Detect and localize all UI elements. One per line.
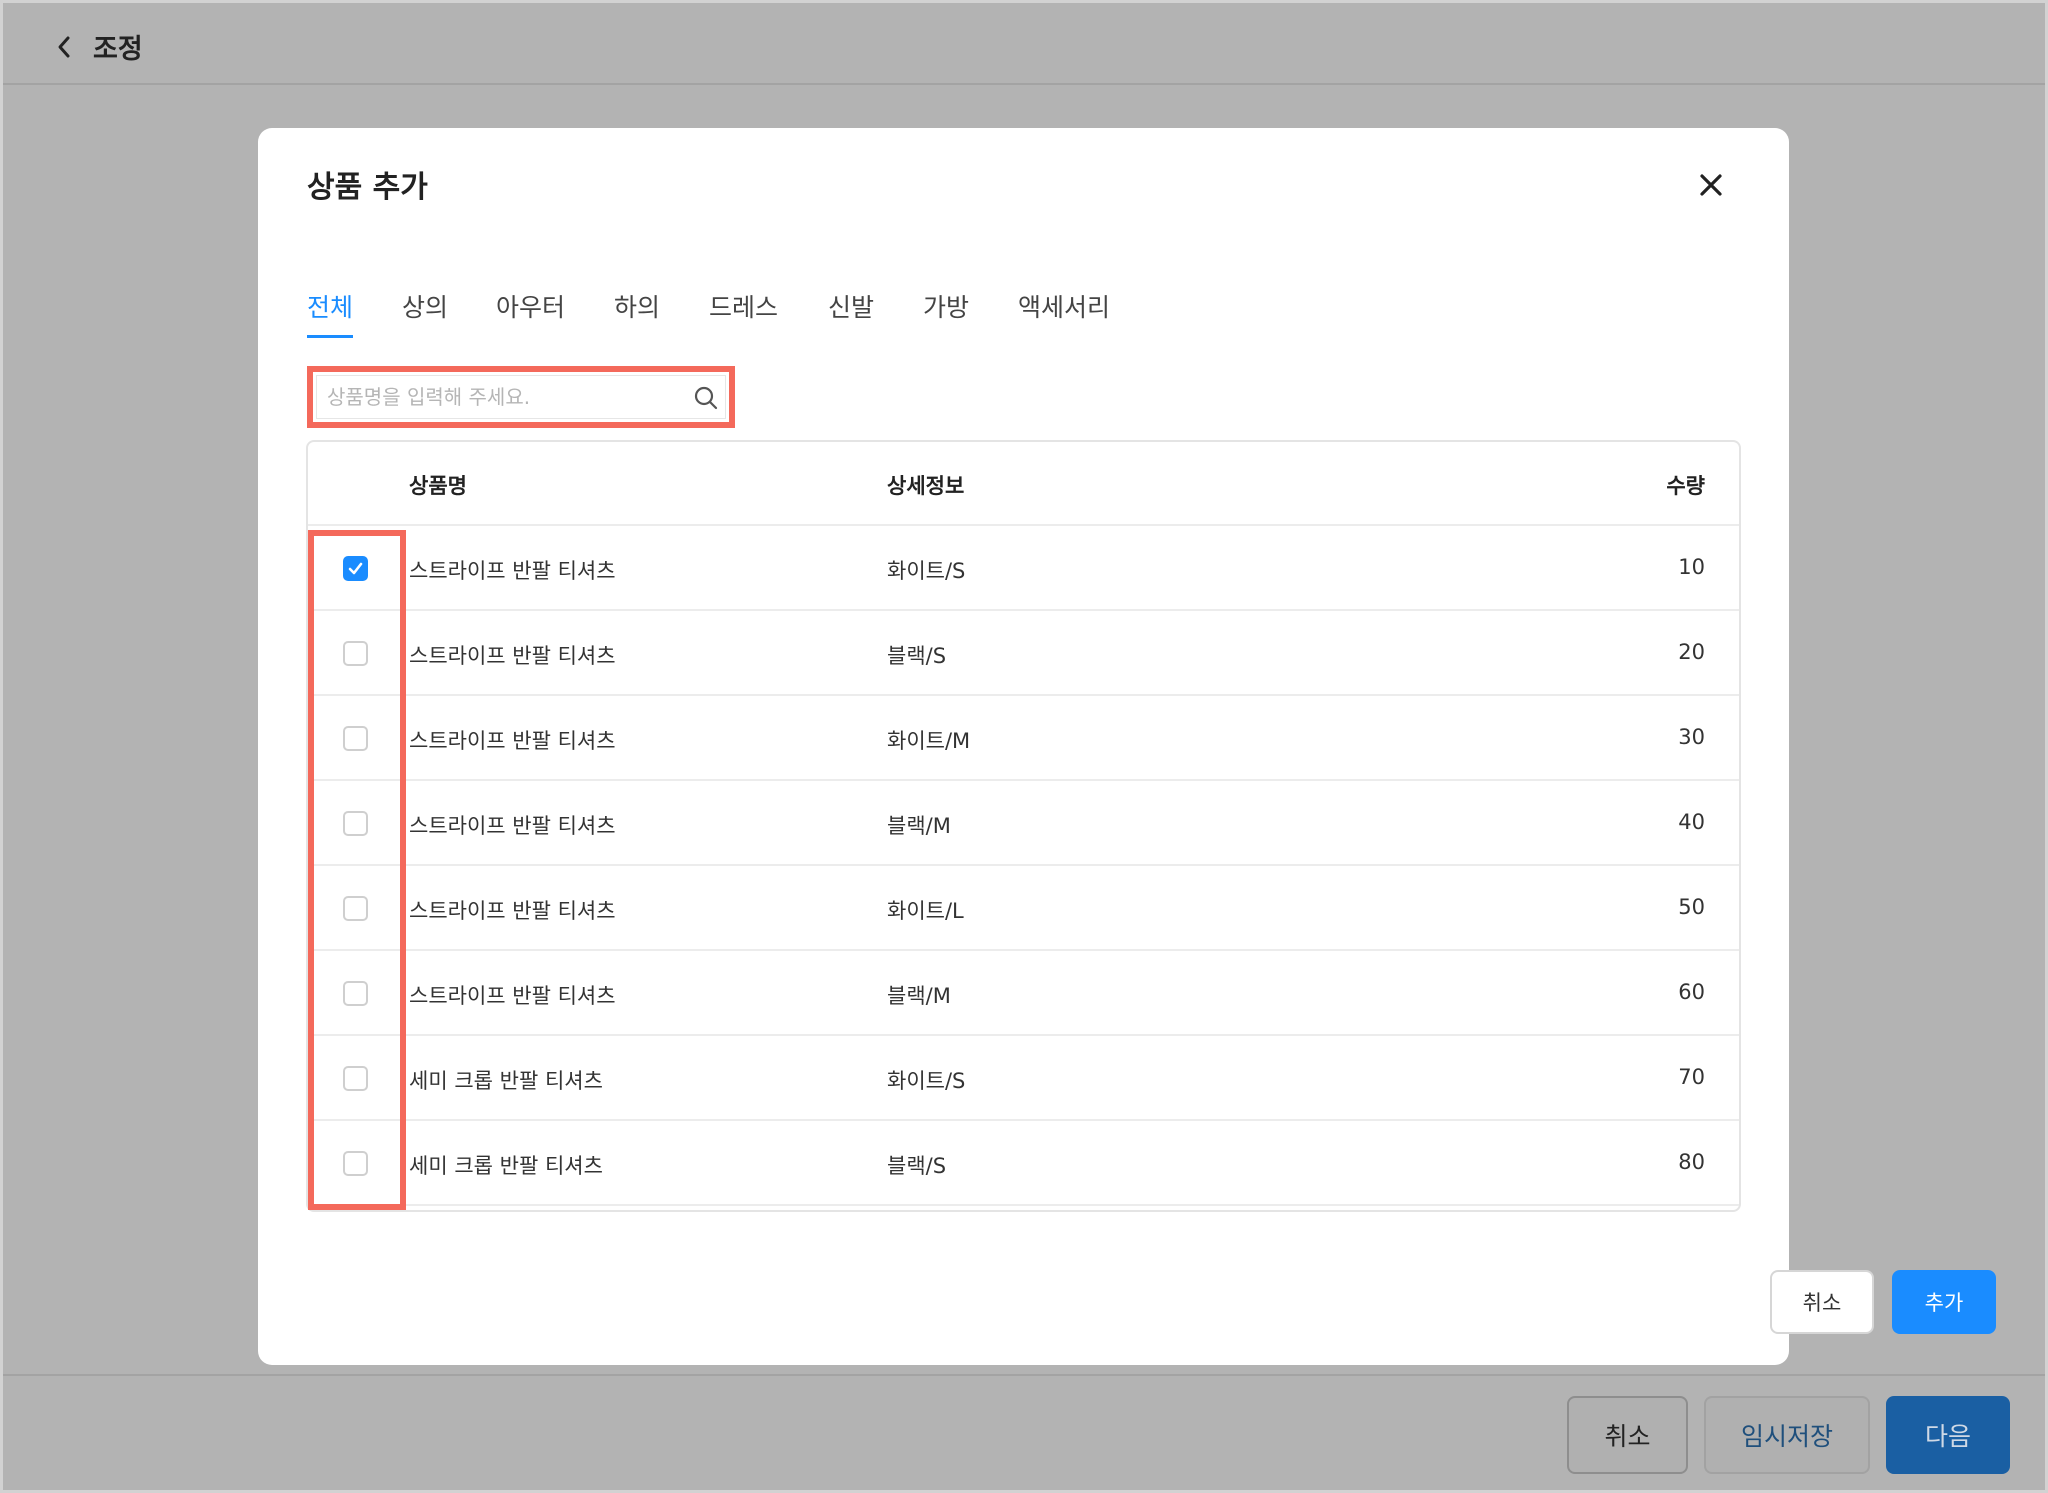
back-button[interactable] — [49, 29, 79, 65]
column-header-detail: 상세정보 — [887, 474, 965, 498]
column-header-name: 상품명 — [409, 474, 467, 498]
table-row[interactable]: 세미 크롭 반팔 티셔츠 화이트/S 70 — [308, 1036, 1739, 1121]
bottom-bar: 취소 임시저장 다음 — [3, 1374, 2045, 1490]
search-highlight — [307, 366, 735, 428]
table-row[interactable]: 스트라이프 반팔 티셔츠 화이트/L 50 — [308, 866, 1739, 951]
row-checkbox[interactable] — [343, 896, 368, 921]
row-checkbox[interactable] — [343, 556, 368, 581]
close-icon — [1700, 174, 1722, 196]
table-row[interactable]: 스트라이프 반팔 티셔츠 블랙/S 20 — [308, 611, 1739, 696]
product-qty: 80 — [1678, 1150, 1705, 1174]
table-row[interactable]: 스트라이프 반팔 티셔츠 블랙/M 60 — [308, 951, 1739, 1036]
column-header-qty: 수량 — [1666, 474, 1705, 498]
row-checkbox[interactable] — [343, 726, 368, 751]
search-input[interactable] — [316, 375, 726, 419]
tab-bags[interactable]: 가방 — [923, 288, 969, 334]
product-name: 세미 크롭 반팔 티셔츠 — [409, 1154, 603, 1178]
search-icon[interactable] — [693, 385, 719, 411]
modal-title: 상품 추가 — [307, 170, 428, 205]
tab-tops[interactable]: 상의 — [402, 288, 448, 334]
product-detail: 화이트/M — [887, 729, 971, 753]
product-detail: 블랙/S — [887, 1154, 947, 1178]
product-qty: 30 — [1678, 725, 1705, 749]
product-name: 스트라이프 반팔 티셔츠 — [409, 644, 616, 668]
temp-save-button[interactable]: 임시저장 — [1704, 1396, 1870, 1474]
product-name: 스트라이프 반팔 티셔츠 — [409, 814, 616, 838]
footer-cancel-button[interactable]: 취소 — [1567, 1396, 1688, 1474]
product-detail: 화이트/S — [887, 1069, 966, 1093]
modal-add-button[interactable]: 추가 — [1892, 1270, 1996, 1334]
table-row[interactable]: 스트라이프 반팔 티셔츠 화이트/M 30 — [308, 696, 1739, 781]
row-checkbox[interactable] — [343, 641, 368, 666]
row-checkbox[interactable] — [343, 811, 368, 836]
row-checkbox[interactable] — [343, 1151, 368, 1176]
tab-accessories[interactable]: 액세서리 — [1018, 288, 1110, 334]
product-name: 세미 크롭 반팔 티셔츠 — [409, 1069, 603, 1093]
tab-shoes[interactable]: 신발 — [828, 288, 874, 334]
product-detail: 블랙/M — [887, 984, 951, 1008]
tab-dress[interactable]: 드레스 — [709, 288, 778, 334]
product-detail: 화이트/L — [887, 899, 964, 923]
table-row[interactable]: 스트라이프 반팔 티셔츠 화이트/S 10 — [308, 526, 1739, 611]
product-name: 스트라이프 반팔 티셔츠 — [409, 729, 616, 753]
top-bar: 조정 — [3, 3, 2045, 85]
product-name: 스트라이프 반팔 티셔츠 — [409, 984, 616, 1008]
table-header: 상품명 상세정보 수량 — [308, 442, 1739, 526]
row-checkbox[interactable] — [343, 1066, 368, 1091]
close-button[interactable] — [1693, 167, 1729, 203]
check-icon — [348, 562, 363, 575]
product-qty: 60 — [1678, 980, 1705, 1004]
product-name: 스트라이프 반팔 티셔츠 — [409, 559, 616, 583]
tab-all[interactable]: 전체 — [307, 288, 354, 338]
product-qty: 50 — [1678, 895, 1705, 919]
product-qty: 40 — [1678, 810, 1705, 834]
product-detail: 화이트/S — [887, 559, 966, 583]
product-detail: 블랙/M — [887, 814, 951, 838]
row-checkbox[interactable] — [343, 981, 368, 1006]
product-qty: 10 — [1678, 555, 1705, 579]
product-table: 상품명 상세정보 수량 스트라이프 반팔 티셔츠 화이트/S 10 스트라이프 … — [306, 440, 1741, 1212]
add-product-modal: 상품 추가 전체 상의 아우터 하의 드레스 신발 가방 액세서리 상품명 상세… — [258, 128, 1996, 1365]
modal-cancel-button[interactable]: 취소 — [1770, 1270, 1874, 1334]
tab-bottoms[interactable]: 하의 — [614, 288, 660, 334]
product-detail: 블랙/S — [887, 644, 947, 668]
product-name: 스트라이프 반팔 티셔츠 — [409, 899, 616, 923]
tab-outer[interactable]: 아우터 — [496, 288, 565, 334]
chevron-left-icon — [58, 36, 70, 58]
table-row[interactable]: 스트라이프 반팔 티셔츠 블랙/M 40 — [308, 781, 1739, 866]
product-qty: 70 — [1678, 1065, 1705, 1089]
next-button[interactable]: 다음 — [1886, 1396, 2010, 1474]
product-qty: 20 — [1678, 640, 1705, 664]
table-row[interactable]: 세미 크롭 반팔 티셔츠 블랙/S 80 — [308, 1121, 1739, 1206]
page-title: 조정 — [93, 34, 143, 65]
